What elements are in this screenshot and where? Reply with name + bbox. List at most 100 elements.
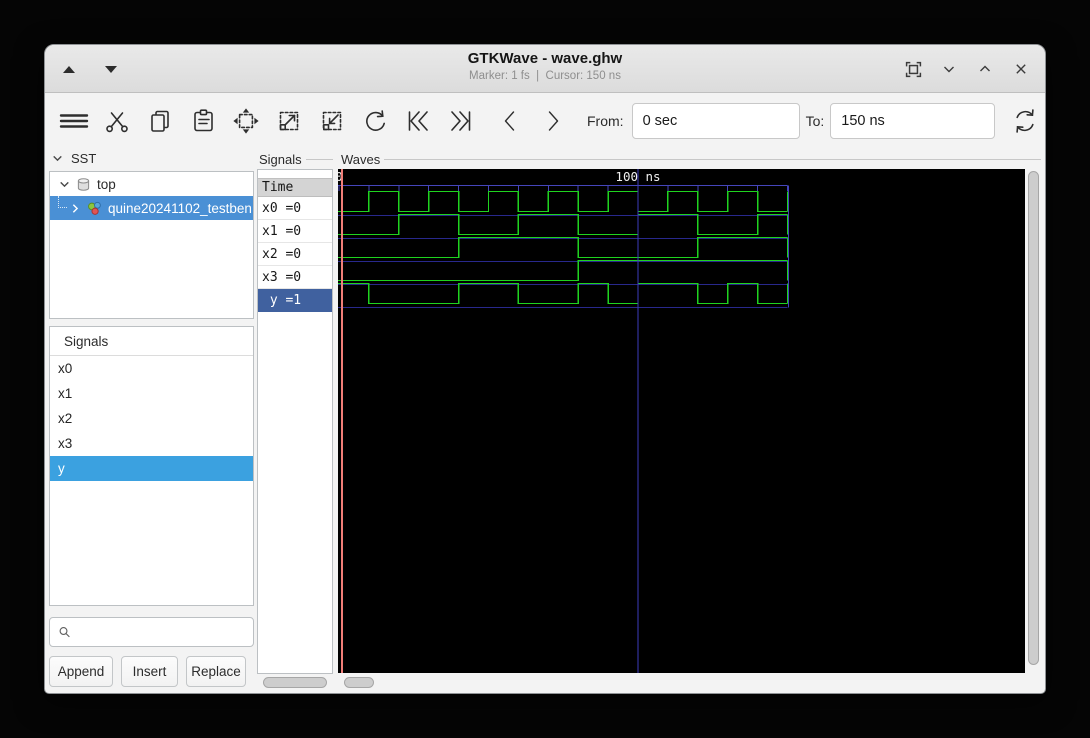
value-row-x1[interactable]: x1 =0 [258, 220, 332, 243]
zoom-out-button[interactable] [317, 106, 347, 136]
close-icon [1016, 64, 1026, 74]
chevron-right-icon [548, 111, 559, 131]
replace-button[interactable]: Replace [186, 656, 246, 687]
frame-line [305, 159, 333, 160]
tree-connector [58, 196, 67, 208]
signal-value: =0 [285, 269, 302, 285]
signal-list-item-y[interactable]: y [50, 456, 253, 481]
close-button[interactable] [1011, 59, 1031, 79]
wave-vscrollbar[interactable] [1027, 169, 1041, 673]
append-button[interactable]: Append [49, 656, 113, 687]
signal-list-panel: Signals x0 x1 x2 x3 y [49, 326, 254, 606]
minimize-button[interactable] [939, 59, 959, 79]
undo-icon [366, 110, 385, 131]
window-subtitle: Marker: 1 fs | Cursor: 150 ns [469, 70, 621, 82]
tree-item-label: top [97, 176, 116, 192]
signal-value: =1 [285, 292, 302, 308]
signal-search-box[interactable] [49, 617, 254, 647]
signal-values-hscrollbar[interactable] [257, 677, 333, 689]
to-input[interactable] [830, 103, 996, 139]
zoom-in-icon [279, 111, 299, 131]
signal-name: x0 [262, 200, 278, 216]
signal-list-item-x0[interactable]: x0 [50, 356, 253, 381]
module-cylinder-icon [77, 177, 90, 191]
waveform-display[interactable]: 0100 ns [335, 169, 1025, 673]
value-row-x2[interactable]: x2 =0 [258, 243, 332, 266]
expander-down-icon[interactable] [58, 178, 71, 191]
undo-button[interactable] [360, 106, 390, 136]
step-left-button[interactable] [495, 106, 525, 136]
expander-right-icon[interactable] [69, 202, 82, 215]
signal-value: =0 [285, 200, 302, 216]
from-label: From: [587, 113, 624, 129]
signal-name: x1 [58, 386, 73, 401]
tree-item-label: quine20241102_testben [108, 200, 252, 216]
titlebar-titles: GTKWave - wave.ghw Marker: 1 fs | Cursor… [245, 50, 845, 82]
signal-list-item-x2[interactable]: x2 [50, 406, 253, 431]
wave-canvas[interactable]: 0100 ns [335, 169, 1025, 673]
signal-name: x0 [58, 361, 73, 376]
from-input[interactable] [631, 103, 800, 139]
search-icon [59, 627, 70, 638]
to-end-button[interactable] [446, 106, 476, 136]
copy-icon [151, 110, 169, 132]
shade-down-button[interactable] [101, 59, 121, 79]
to-label: To: [805, 113, 825, 129]
scrollbar-thumb[interactable] [263, 677, 327, 688]
signal-value: =0 [285, 246, 302, 262]
signal-name: x2 [58, 411, 73, 426]
fullscreen-icon [905, 61, 921, 77]
tree-item-testbench[interactable]: quine20241102_testben [50, 196, 253, 220]
scrollbar-thumb[interactable] [344, 677, 374, 688]
triangle-up-icon [63, 65, 75, 73]
toolbar: From: To: [45, 93, 1045, 149]
titlebar-right-buttons [903, 45, 1031, 93]
zoom-in-button[interactable] [274, 106, 304, 136]
maximize-button[interactable] [975, 59, 995, 79]
scrollbar-thumb[interactable] [1028, 171, 1039, 665]
signal-value: =0 [285, 223, 302, 239]
value-row-x3[interactable]: x3 =0 [258, 266, 332, 289]
value-row-x0[interactable]: x0 =0 [258, 197, 332, 220]
titlebar[interactable]: GTKWave - wave.ghw Marker: 1 fs | Cursor… [45, 45, 1045, 93]
shade-up-button[interactable] [59, 59, 79, 79]
skip-to-start-icon [408, 111, 428, 131]
window-title: GTKWave - wave.ghw [467, 50, 623, 67]
gtkwave-window: GTKWave - wave.ghw Marker: 1 fs | Cursor… [44, 44, 1046, 694]
zoom-fit-icon [233, 108, 259, 134]
wave-hscrollbar[interactable] [338, 677, 1025, 689]
component-icon [88, 201, 101, 215]
scissors-icon [106, 112, 128, 133]
signal-values-panel: Time x0 =0 x1 =0 x2 =0 x3 =0 y =1 [257, 169, 333, 674]
signal-list-item-x1[interactable]: x1 [50, 381, 253, 406]
titlebar-left-buttons [59, 45, 121, 93]
signal-list-item-x3[interactable]: x3 [50, 431, 253, 456]
to-start-button[interactable] [403, 106, 433, 136]
sst-header[interactable]: SST [51, 151, 96, 166]
copy-button[interactable] [145, 106, 175, 136]
zoom-out-icon [322, 111, 342, 131]
signal-name: y [269, 292, 278, 308]
signal-name: x3 [58, 436, 73, 451]
insert-button[interactable]: Insert [121, 656, 178, 687]
step-right-button[interactable] [538, 106, 568, 136]
frame-line [384, 159, 1041, 160]
signal-name: x2 [262, 246, 278, 262]
reload-button[interactable] [1009, 105, 1041, 137]
time-header: Time [258, 178, 332, 197]
search-input[interactable] [77, 624, 253, 640]
chevron-left-icon [504, 111, 515, 131]
fullscreen-button[interactable] [903, 59, 923, 79]
paste-button[interactable] [188, 106, 218, 136]
menu-button[interactable] [59, 106, 89, 136]
chevron-up-icon [980, 65, 990, 72]
skip-to-end-icon [451, 111, 471, 131]
tree-item-top[interactable]: top [50, 172, 253, 196]
chevron-down-icon [53, 155, 62, 162]
cut-button[interactable] [102, 106, 132, 136]
zoom-fit-button[interactable] [231, 106, 261, 136]
triangle-down-icon [105, 65, 117, 73]
reload-icon [1016, 109, 1034, 133]
value-row-y[interactable]: y =1 [258, 289, 332, 312]
